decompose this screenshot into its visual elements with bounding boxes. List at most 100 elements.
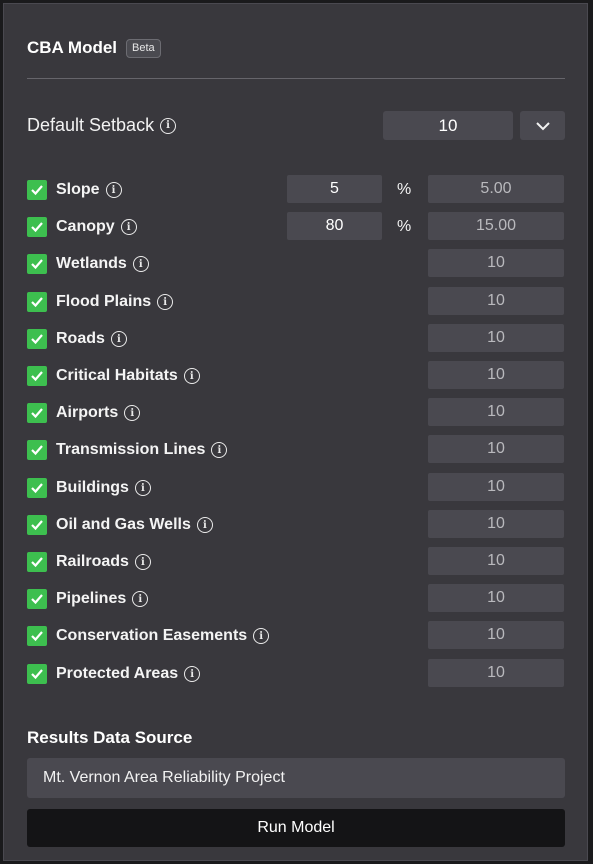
constraint-label: Canopy i (56, 218, 137, 236)
info-circle-icon[interactable]: i (110, 331, 127, 347)
constraint-checkbox[interactable] (27, 329, 47, 349)
constraint-label: Oil and Gas Wells i (56, 516, 213, 534)
constraint-setback-input[interactable] (428, 621, 564, 649)
constraint-label: Slope i (56, 181, 122, 199)
constraint-label: Conservation Easements i (56, 627, 270, 645)
constraint-setback-input[interactable] (428, 510, 564, 538)
constraint-percent-input[interactable] (287, 212, 382, 240)
constraint-row: Critical Habitats i (27, 361, 567, 389)
constraint-label-text: Airports (56, 404, 119, 421)
constraint-row: Slopei% (27, 175, 567, 203)
info-circle-icon[interactable]: i (160, 117, 177, 134)
constraint-row: Flood Plains i (27, 287, 567, 315)
percent-sign: % (397, 181, 412, 198)
constraint-setback-input[interactable] (428, 361, 564, 389)
run-model-button[interactable]: Run Model (27, 809, 565, 847)
constraint-setback-input[interactable] (428, 659, 564, 687)
constraint-label-text: Roads (56, 330, 105, 347)
constraint-checkbox[interactable] (27, 366, 47, 386)
constraint-checkbox[interactable] (27, 403, 47, 423)
checkmark-icon (31, 334, 43, 345)
constraint-label: Flood Plains i (56, 293, 174, 311)
constraint-label-text: Buildings (56, 479, 129, 496)
checkmark-icon (31, 259, 43, 270)
info-circle-icon[interactable]: i (183, 368, 200, 384)
default-setback-input[interactable] (383, 111, 513, 140)
constraint-setback-input[interactable] (428, 584, 564, 612)
constraint-checkbox[interactable] (27, 589, 47, 609)
constraint-row: Conservation Easements i (27, 621, 567, 649)
constraint-label-text: Flood Plains (56, 293, 152, 310)
panel-header: CBA Model Beta (27, 38, 161, 58)
constraint-label: Transmission Lines i (56, 441, 228, 459)
constraint-checkbox[interactable] (27, 515, 47, 535)
results-data-source-select[interactable]: Mt. Vernon Area Reliability Project (27, 758, 565, 798)
info-circle-icon[interactable]: i (124, 405, 141, 421)
constraint-label: Buildings i (56, 479, 151, 497)
constraint-label-text: Critical Habitats (56, 367, 178, 384)
constraint-label-text: Railroads (56, 553, 129, 570)
constraint-checkbox[interactable] (27, 552, 47, 572)
default-setback-text: Default Setback (27, 115, 155, 135)
info-circle-icon[interactable]: i (132, 591, 149, 607)
info-circle-icon[interactable]: i (134, 480, 151, 496)
info-circle-icon[interactable]: i (253, 628, 270, 644)
constraint-setback-input[interactable] (428, 473, 564, 501)
info-circle-icon[interactable]: i (184, 666, 201, 682)
info-circle-icon[interactable]: i (134, 554, 151, 570)
checkmark-icon (31, 483, 43, 494)
constraint-setback-input[interactable] (428, 175, 564, 203)
checkmark-icon (31, 669, 43, 680)
constraint-setback-input[interactable] (428, 547, 564, 575)
constraint-label: Airports i (56, 404, 141, 422)
constraint-checkbox[interactable] (27, 292, 47, 312)
cba-model-panel: CBA Model Beta Default Setback i Slopei%… (3, 3, 588, 861)
results-data-source-title: Results Data Source (27, 728, 193, 747)
checkmark-icon (31, 631, 43, 642)
info-circle-icon[interactable]: i (211, 442, 228, 458)
info-circle-icon[interactable]: i (157, 294, 174, 310)
info-circle-icon[interactable]: i (120, 219, 137, 235)
checkmark-icon (31, 445, 43, 456)
default-setback-dropdown[interactable] (520, 111, 565, 140)
constraint-row: Transmission Lines i (27, 435, 567, 463)
constraint-checkbox[interactable] (27, 478, 47, 498)
constraint-checkbox[interactable] (27, 440, 47, 460)
checkmark-icon (31, 408, 43, 419)
constraint-row: Railroads i (27, 547, 567, 575)
constraint-row: Wetlands i (27, 249, 567, 277)
constraint-label: Protected Areas i (56, 665, 201, 683)
results-data-source-value: Mt. Vernon Area Reliability Project (43, 769, 285, 786)
constraint-checkbox[interactable] (27, 180, 47, 200)
constraint-row: Pipelines i (27, 584, 567, 612)
constraint-setback-input[interactable] (428, 249, 564, 277)
constraint-percent-input[interactable] (287, 175, 382, 203)
constraint-setback-input[interactable] (428, 212, 564, 240)
constraint-setback-input[interactable] (428, 398, 564, 426)
constraint-setback-input[interactable] (428, 324, 564, 352)
constraint-label: Wetlands i (56, 255, 149, 273)
constraint-label-text: Protected Areas (56, 665, 179, 682)
checkmark-icon (31, 185, 43, 196)
constraint-label: Pipelines i (56, 590, 149, 608)
chevron-down-icon (535, 121, 550, 130)
info-circle-icon[interactable]: i (196, 517, 213, 533)
checkmark-icon (31, 520, 43, 531)
constraint-checkbox[interactable] (27, 626, 47, 646)
info-circle-icon[interactable]: i (132, 256, 149, 272)
constraint-checkbox[interactable] (27, 664, 47, 684)
panel-title: CBA Model (27, 38, 118, 57)
checkmark-icon (31, 557, 43, 568)
constraint-checkbox[interactable] (27, 254, 47, 274)
info-circle-icon[interactable]: i (105, 182, 122, 198)
checkmark-icon (31, 371, 43, 382)
constraint-checkbox[interactable] (27, 217, 47, 237)
constraint-setback-input[interactable] (428, 435, 564, 463)
percent-sign: % (397, 218, 412, 235)
constraint-label-text: Wetlands (56, 255, 127, 272)
constraint-label: Critical Habitats i (56, 367, 200, 385)
constraint-label: Railroads i (56, 553, 151, 571)
constraint-row: Protected Areas i (27, 659, 567, 687)
checkmark-icon (31, 594, 43, 605)
constraint-setback-input[interactable] (428, 287, 564, 315)
